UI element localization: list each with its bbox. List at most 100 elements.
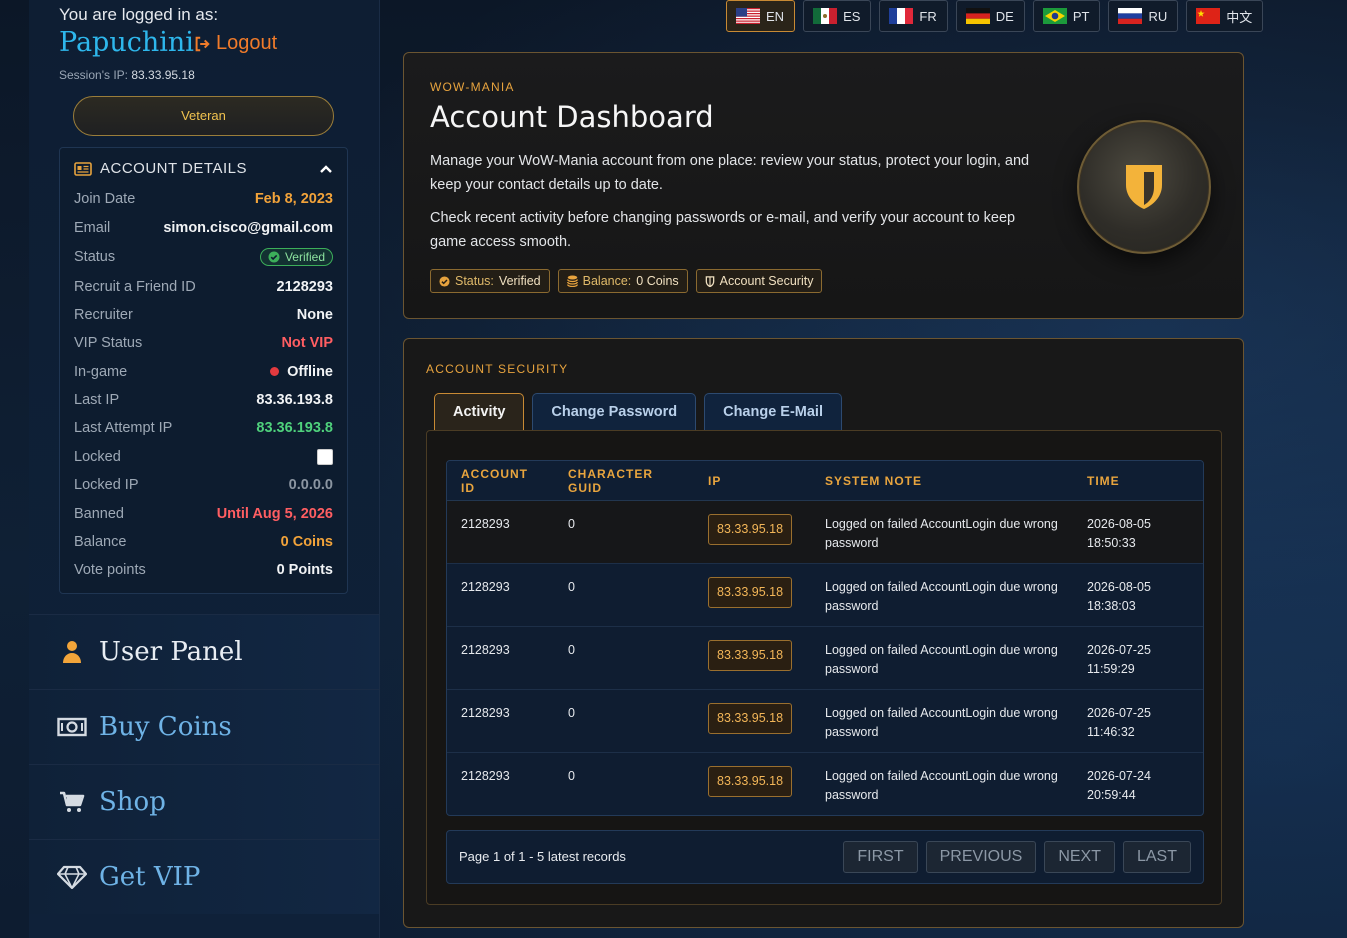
cell-note: Logged on failed AccountLogin due wrong … [811,752,1073,815]
detail-join-date: Join Date Feb 8, 2023 [74,188,333,210]
offline-status-dot [270,367,280,376]
account-details-title: ACCOUNT DETAILS [100,160,247,177]
detail-key: Last Attempt IP [74,420,173,436]
nav-user-panel-label: User Panel [99,637,243,667]
logout-link[interactable]: Logout [193,32,277,55]
detail-vote-points: Vote points 0 Points [74,559,333,581]
shield-icon [1126,165,1162,209]
detail-key: Locked [74,449,121,465]
detail-key: Email [74,220,111,236]
cell-date: 2026-07-24 [1087,769,1151,783]
cell-ip: 83.33.95.18 [694,500,811,564]
cell-ip: 83.33.95.18 [694,626,811,690]
cell-account-id: 2128293 [447,689,554,753]
table-header-row: ACCOUNT ID CHARACTER GUID IP SYSTEM NOTE… [447,461,1203,501]
cell-note: Logged on failed AccountLogin due wrong … [811,626,1073,690]
cell-ip: 83.33.95.18 [694,563,811,627]
detail-key: Banned [74,506,124,522]
pill-label: Account Security [719,274,814,288]
nav-shop[interactable]: Shop [29,764,379,839]
col-account-id: ACCOUNT ID [447,461,554,501]
detail-value: Offline [270,364,333,380]
cell-note: Logged on failed AccountLogin due wrong … [811,563,1073,627]
cell-guid: 0 [554,500,694,564]
detail-raf-id: Recruit a Friend ID 2128293 [74,276,333,298]
ip-chip: 83.33.95.18 [708,703,793,734]
account-details-panel: ACCOUNT DETAILS Join Date Feb 8, 2023 Em… [59,147,348,594]
cell-clock: 11:59:29 [1087,662,1135,676]
cell-time: 2026-07-24 20:59:44 [1073,752,1203,815]
detail-value: 0.0.0.0 [288,477,333,493]
cell-guid: 0 [554,626,694,690]
next-page-button[interactable]: NEXT [1044,841,1115,873]
detail-value: Not VIP [281,335,333,351]
cell-date: 2026-08-05 [1087,517,1151,531]
cell-time: 2026-08-05 18:38:03 [1073,563,1203,627]
shield-emblem [1077,120,1211,254]
nav-shop-label: Shop [99,787,166,817]
ip-chip: 83.33.95.18 [708,766,793,797]
pill-key: Balance: [582,274,632,288]
detail-banned: Banned Until Aug 5, 2026 [74,503,333,525]
logout-icon [195,36,210,51]
lang-de-button[interactable]: DE [955,0,1025,32]
logout-label: Logout [216,32,278,54]
shield-icon [705,275,714,287]
detail-key: Recruit a Friend ID [74,279,196,295]
tab-change-password[interactable]: Change Password [532,393,697,430]
nav-user-panel[interactable]: User Panel [29,614,379,689]
pagination-buttons: FIRST PREVIOUS NEXT LAST [843,841,1191,873]
last-page-button[interactable]: LAST [1122,841,1191,873]
ip-chip: 83.33.95.18 [708,577,793,608]
lang-es-button[interactable]: ES [803,0,872,32]
balance-pill: Balance: 0 Coins [557,269,688,293]
cell-note: Logged on failed AccountLogin due wrong … [811,500,1073,564]
table-row: 2128293 0 83.33.95.18 Logged on failed A… [447,563,1203,627]
detail-key: Vote points [74,562,146,578]
cell-date: 2026-07-25 [1087,706,1151,720]
lang-code: FR [919,8,937,24]
detail-key: Last IP [74,392,120,408]
col-ip: IP [694,461,811,501]
cell-time: 2026-07-25 11:46:32 [1073,689,1203,753]
account-details-header[interactable]: ACCOUNT DETAILS [74,160,333,177]
account-security-pill[interactable]: Account Security [695,269,823,293]
ip-chip: 83.33.95.18 [708,640,793,671]
nav-buy-coins-label: Buy Coins [99,712,232,742]
nav-buy-coins[interactable]: Buy Coins [29,689,379,764]
status-value: Verified [284,250,325,264]
detail-last-ip: Last IP 83.36.193.8 [74,389,333,411]
page-title: Account Dashboard [430,100,714,134]
locked-checkbox[interactable] [317,449,333,465]
cell-date: 2026-07-25 [1087,643,1151,657]
previous-page-button[interactable]: PREVIOUS [925,841,1037,873]
lang-ru-button[interactable]: RU [1108,0,1179,32]
check-circle-icon [439,275,450,287]
table-row: 2128293 0 83.33.95.18 Logged on failed A… [447,626,1203,690]
detail-key: Status [74,249,116,265]
mexico-flag-icon [813,8,838,24]
lang-zh-button[interactable]: 中文 [1186,0,1264,32]
detail-recruiter: Recruiter None [74,304,333,326]
lang-pt-button[interactable]: PT [1032,0,1101,32]
first-page-button[interactable]: FIRST [843,841,918,873]
lang-fr-button[interactable]: FR [879,0,948,32]
detail-key: Recruiter [74,307,133,323]
cell-account-id: 2128293 [447,752,554,815]
tab-activity[interactable]: Activity [434,393,525,430]
chevron-up-icon[interactable] [319,164,333,174]
detail-key: Locked IP [74,477,139,493]
security-eyebrow: ACCOUNT SECURITY [426,362,569,376]
tab-change-email[interactable]: Change E-Mail [704,393,842,430]
brazil-flag-icon [1042,8,1067,24]
lang-code: 中文 [1226,9,1253,25]
activity-panel: ACCOUNT ID CHARACTER GUID IP SYSTEM NOTE… [426,430,1222,905]
lang-en-button[interactable]: EN [726,0,796,32]
security-tabs: Activity Change Password Change E-Mail [434,393,842,430]
nav-get-vip-label: Get VIP [99,862,201,892]
detail-value: 83.36.193.8 [256,420,333,436]
detail-key: In-game [74,364,128,380]
dashboard-hint: Check recent activity before changing pa… [430,210,1016,250]
logged-in-label: You are logged in as: [59,5,219,24]
nav-get-vip[interactable]: Get VIP [29,839,379,914]
